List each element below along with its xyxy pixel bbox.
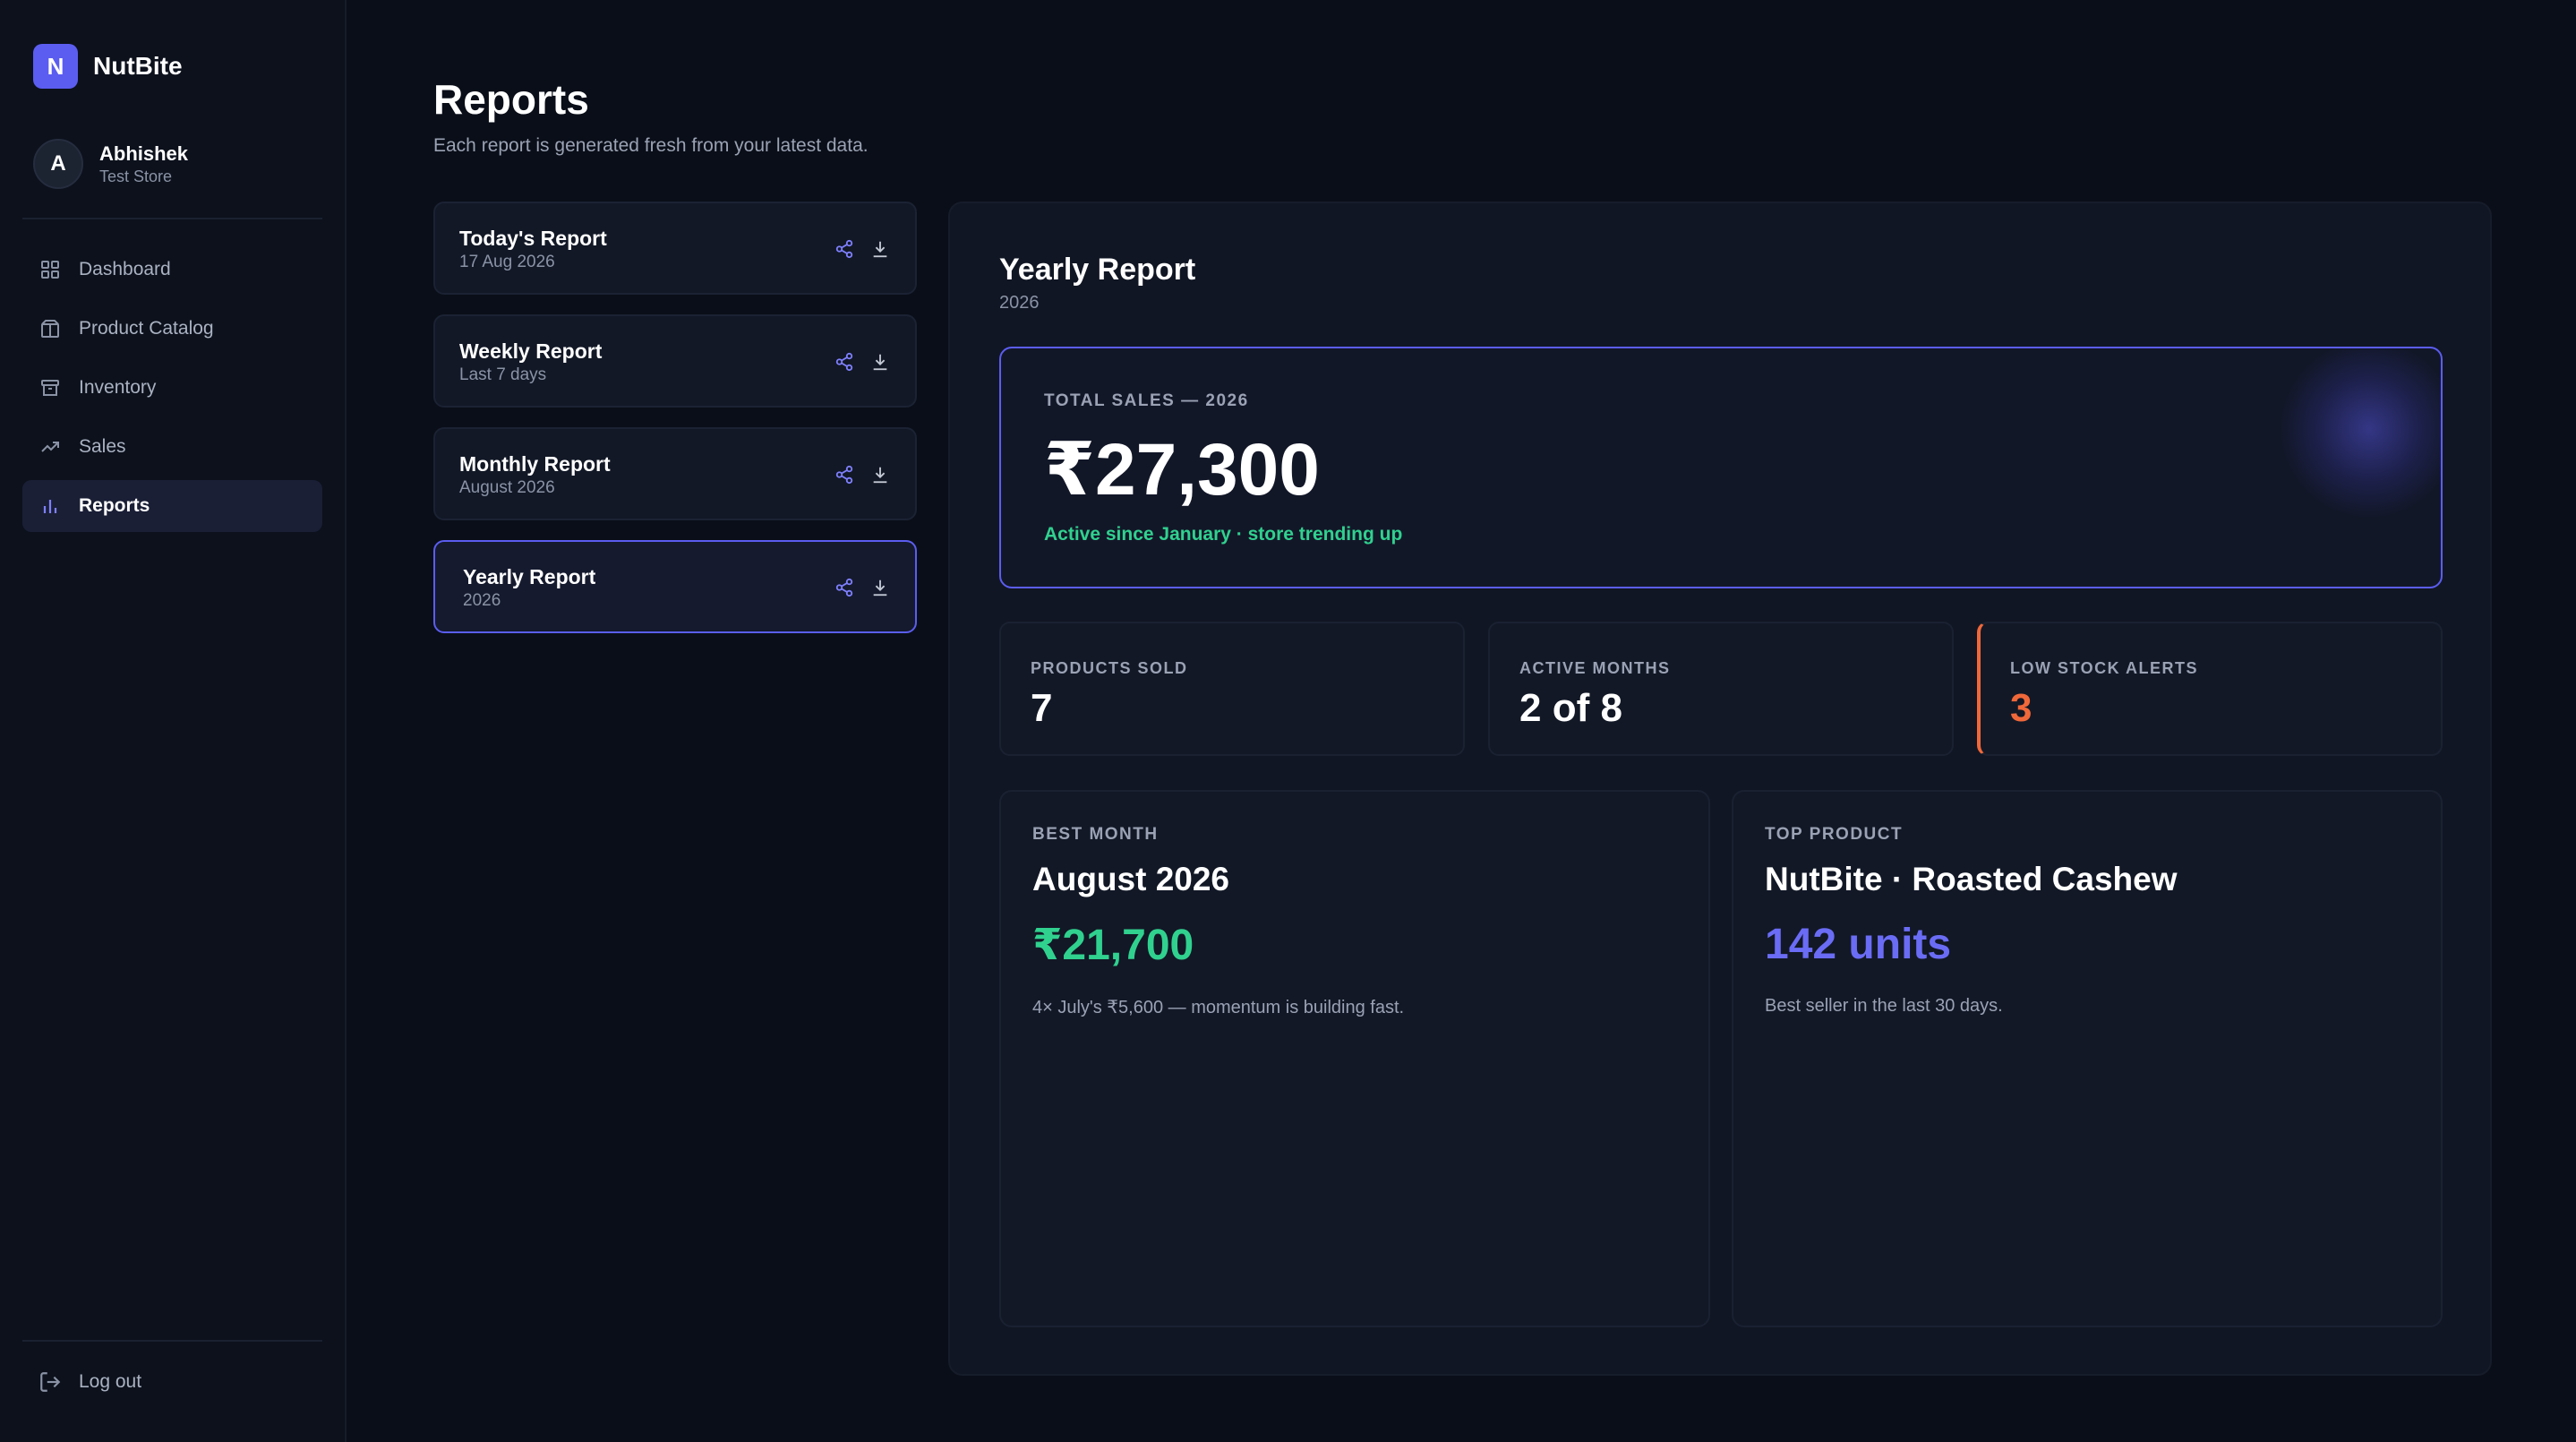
logout-icon [39,1370,62,1394]
stat-label: LOW STOCK ALERTS [2010,659,2198,677]
user-store: Test Store [99,167,173,185]
report-card-today[interactable]: Today's Report 17 Aug 2026 [433,202,917,295]
stat-value: 3 [2010,686,2033,730]
share-icon[interactable] [833,237,856,261]
stat-label: ACTIVE MONTHS [1519,659,1671,677]
report-card-yearly[interactable]: Yearly Report 2026 [433,540,917,633]
logout-label: Log out [79,1371,142,1392]
top-product-value: 142 units [1765,921,1952,968]
sidebar-item-label: Reports [79,495,150,516]
report-card-weekly[interactable]: Weekly Report Last 7 days [433,314,917,408]
user-profile[interactable]: A Abhishek Test Store [33,139,188,189]
report-detail-subtitle: 2026 [999,293,1040,313]
share-icon[interactable] [833,576,856,599]
total-sales-card: TOTAL SALES — 2026 ₹27,300 Active since … [999,347,2443,588]
avatar: A [33,139,83,189]
best-month-title: August 2026 [1032,861,1230,897]
sidebar-item-sales[interactable]: Sales [22,421,322,473]
sidebar: N NutBite A Abhishek Test Store Dashboar… [0,0,347,1442]
sidebar-item-inventory[interactable]: Inventory [22,362,322,414]
total-sales-label: TOTAL SALES — 2026 [1044,391,1249,410]
sidebar-divider [22,1340,322,1342]
user-name: Abhishek [99,142,189,165]
bar-chart-icon [39,494,62,518]
sidebar-item-reports[interactable]: Reports [22,480,322,532]
top-product-title: NutBite · Roasted Cashew [1765,861,2178,897]
sidebar-divider [22,218,322,219]
total-sales-note: Active since January · store trending up [1044,524,1403,545]
stat-value: 2 of 8 [1519,686,1622,730]
grid-icon [39,258,62,281]
trending-up-icon [39,435,62,459]
page-title: Reports [433,76,589,123]
download-icon[interactable] [869,576,892,599]
top-product-label: TOP PRODUCT [1765,825,1904,844]
best-month-note: 4× July's ₹5,600 — momentum is building … [1032,998,1405,1017]
sidebar-item-dashboard[interactable]: Dashboard [22,244,322,296]
top-product-card: TOP PRODUCT NutBite · Roasted Cashew 142… [1732,790,2443,1327]
top-product-note: Best seller in the last 30 days. [1765,996,2003,1016]
report-detail-title: Yearly Report [999,253,1196,287]
brand-logo: N [33,44,78,89]
sidebar-item-label: Sales [79,436,126,457]
sidebar-item-label: Inventory [79,377,157,398]
share-icon[interactable] [833,463,856,486]
best-month-card: BEST MONTH August 2026 ₹21,700 4× July's… [999,790,1710,1327]
glow-decoration [2280,348,2441,519]
report-list: Today's Report 17 Aug 2026 Weekly Report… [433,202,917,653]
sidebar-item-label: Product Catalog [79,318,214,339]
stat-label: PRODUCTS SOLD [1031,659,1188,677]
report-detail-panel: Yearly Report 2026 TOTAL SALES — 2026 ₹2… [948,202,2492,1376]
download-icon[interactable] [869,463,892,486]
stat-card-active-months: ACTIVE MONTHS 2 of 8 [1488,622,1954,756]
report-card-monthly[interactable]: Monthly Report August 2026 [433,427,917,520]
share-icon[interactable] [833,350,856,373]
stat-card-products-sold: PRODUCTS SOLD 7 [999,622,1465,756]
sidebar-item-product-catalog[interactable]: Product Catalog [22,303,322,355]
sidebar-nav: Dashboard Product Catalog Inventory Sale… [22,244,322,539]
best-month-value: ₹21,700 [1032,922,1194,969]
stat-value: 7 [1031,686,1053,730]
download-icon[interactable] [869,350,892,373]
archive-icon [39,376,62,399]
stat-card-low-stock-alerts: LOW STOCK ALERTS 3 [1977,622,2443,756]
brand-name: NutBite [93,52,183,80]
page-subtitle: Each report is generated fresh from your… [433,135,869,156]
logout-button[interactable]: Log out [39,1370,141,1394]
best-month-label: BEST MONTH [1032,825,1159,844]
download-icon[interactable] [869,237,892,261]
brand[interactable]: N NutBite [33,44,183,89]
total-sales-value: ₹27,300 [1044,429,1320,511]
sidebar-item-label: Dashboard [79,259,171,279]
box-icon [39,317,62,340]
